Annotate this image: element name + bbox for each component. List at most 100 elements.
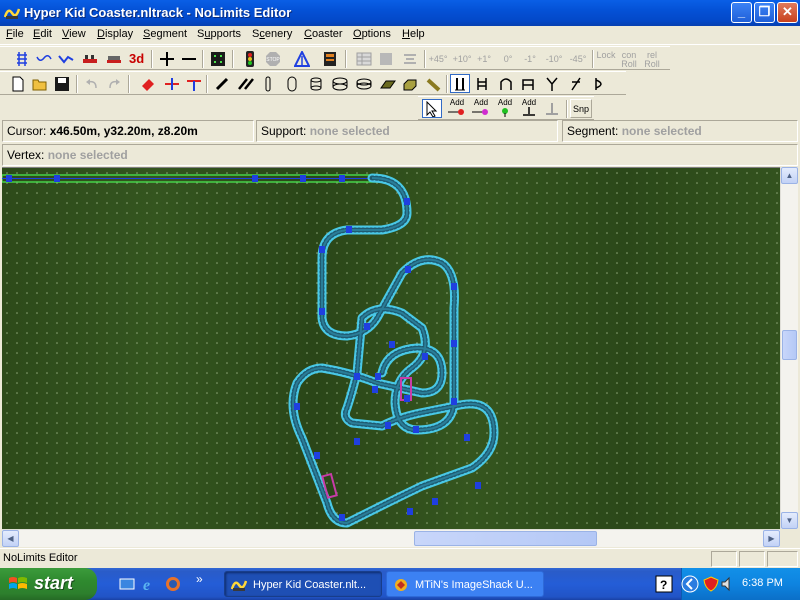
support-lean-icon[interactable] [566,74,586,93]
menu-segment[interactable]: Segment [143,28,187,40]
vertex-node[interactable] [422,353,428,360]
internet-explorer-icon[interactable]: e [141,575,159,593]
vertex-node[interactable] [319,246,325,253]
rail-round-icon[interactable] [282,74,302,93]
vertex-node[interactable] [364,323,370,330]
bank-plus10-button[interactable]: +10° [450,55,474,64]
track-view-icon[interactable] [12,49,32,68]
vertical-scrollbar[interactable]: ▲ ▼ [780,167,798,529]
bank-zero-button[interactable]: 0° [496,55,520,64]
menu-display[interactable]: Display [97,28,133,40]
task-imageshack[interactable]: MTiN's ImageShack U... [386,571,544,597]
eraser-icon[interactable] [138,74,158,93]
vertex-node[interactable] [389,341,395,348]
vertex-node[interactable] [319,308,325,315]
vertex-node[interactable] [451,398,457,405]
open-folder-icon[interactable] [30,74,50,93]
vertex-node[interactable] [404,198,410,205]
add-vertex-button[interactable]: Add [446,98,468,120]
stop-icon[interactable]: STOP [263,49,283,68]
con-roll-button[interactable]: con Roll [617,51,641,69]
start-button[interactable]: start [0,568,97,600]
add-support-button[interactable]: Add [494,98,516,120]
close-button[interactable]: ✕ [777,2,798,23]
double-tube-icon[interactable] [236,74,256,93]
support-bracket-icon[interactable] [590,74,610,93]
vertex-node[interactable] [451,283,457,290]
cylinder-icon[interactable] [306,74,326,93]
vertex-node[interactable] [464,434,470,441]
pointer-icon[interactable] [422,99,442,118]
show-desktop-icon[interactable] [118,575,136,593]
traffic-light-icon[interactable] [240,49,260,68]
scroll-left-icon[interactable]: ◀ [2,530,19,547]
zoom-in-icon[interactable] [157,49,177,68]
track-plan-view[interactable] [2,168,780,529]
menu-edit[interactable]: Edit [33,28,52,40]
lock-roll-button[interactable]: Lock [594,51,618,60]
vertex-node[interactable] [339,514,345,521]
vertical-scroll-thumb[interactable] [782,330,797,360]
align-icon[interactable] [400,49,420,68]
vertex-node[interactable] [54,175,60,182]
undo-icon[interactable] [82,74,102,93]
footer-grey-icon[interactable] [542,99,562,118]
vertex-node[interactable] [294,403,300,410]
view-3d-button[interactable]: 3d [129,51,144,66]
quicklaunch-overflow[interactable]: » [196,572,203,586]
track-editor-canvas[interactable] [2,167,780,529]
split-segment-icon[interactable] [162,74,182,93]
menu-coaster[interactable]: Coaster [304,28,343,40]
bank-plus1-button[interactable]: +1° [472,55,496,64]
block-icon[interactable] [376,49,396,68]
horizontal-scrollbar[interactable]: ◀ ▶ [2,529,780,547]
vertex-node[interactable] [405,266,411,273]
menu-options[interactable]: Options [353,28,391,40]
beam-icon[interactable] [424,74,444,93]
support-tower-icon[interactable] [518,74,538,93]
redo-icon[interactable] [104,74,124,93]
bank-plus45-button[interactable]: +45° [426,55,450,64]
support-y-icon[interactable] [542,74,562,93]
join-segment-icon[interactable] [184,74,204,93]
menu-help[interactable]: Help [402,28,425,40]
add-node-button[interactable]: Add [470,98,492,120]
rel-roll-button[interactable]: rel Roll [640,51,664,69]
station-icon[interactable] [292,49,312,68]
snap-button[interactable]: Snp [570,99,592,118]
large-cylinder-icon[interactable] [330,74,350,93]
vertex-node[interactable] [451,340,457,347]
track-side-icon[interactable] [34,49,54,68]
zoom-out-icon[interactable] [179,49,199,68]
coaster-train-alt-icon[interactable] [104,49,124,68]
vertex-node[interactable] [314,452,320,459]
vertex-node[interactable] [354,373,360,380]
vertex-node[interactable] [300,175,306,182]
tray-collapse-icon[interactable] [680,574,700,594]
box-3d-icon[interactable] [400,74,420,93]
vertex-node[interactable] [404,395,410,402]
firefox-icon[interactable] [164,575,182,593]
table-icon[interactable] [354,49,374,68]
vertex-node[interactable] [407,508,413,515]
volume-icon[interactable] [720,576,736,592]
title-bar[interactable]: Hyper Kid Coaster.nltrack - NoLimits Edi… [0,0,800,26]
vertex-node[interactable] [375,373,381,380]
horizontal-scroll-thumb[interactable] [414,531,597,546]
rail-thin-icon[interactable] [258,74,278,93]
vertex-node[interactable] [6,175,12,182]
new-file-icon[interactable] [8,74,28,93]
vertex-node[interactable] [372,386,378,393]
straight-tube-icon[interactable] [212,74,232,93]
menu-scenery[interactable]: Scenery [252,28,292,40]
support-footer-icon[interactable] [450,74,470,93]
coaster-train-icon[interactable] [80,49,100,68]
scroll-right-icon[interactable]: ▶ [763,530,780,547]
vertex-node[interactable] [346,226,352,233]
scroll-down-icon[interactable]: ▼ [781,512,798,529]
bank-minus10-button[interactable]: -10° [542,55,566,64]
menu-file[interactable]: File [6,28,24,40]
minimize-button[interactable]: _ [731,2,752,23]
vertex-node[interactable] [252,175,258,182]
vertex-node[interactable] [475,482,481,489]
